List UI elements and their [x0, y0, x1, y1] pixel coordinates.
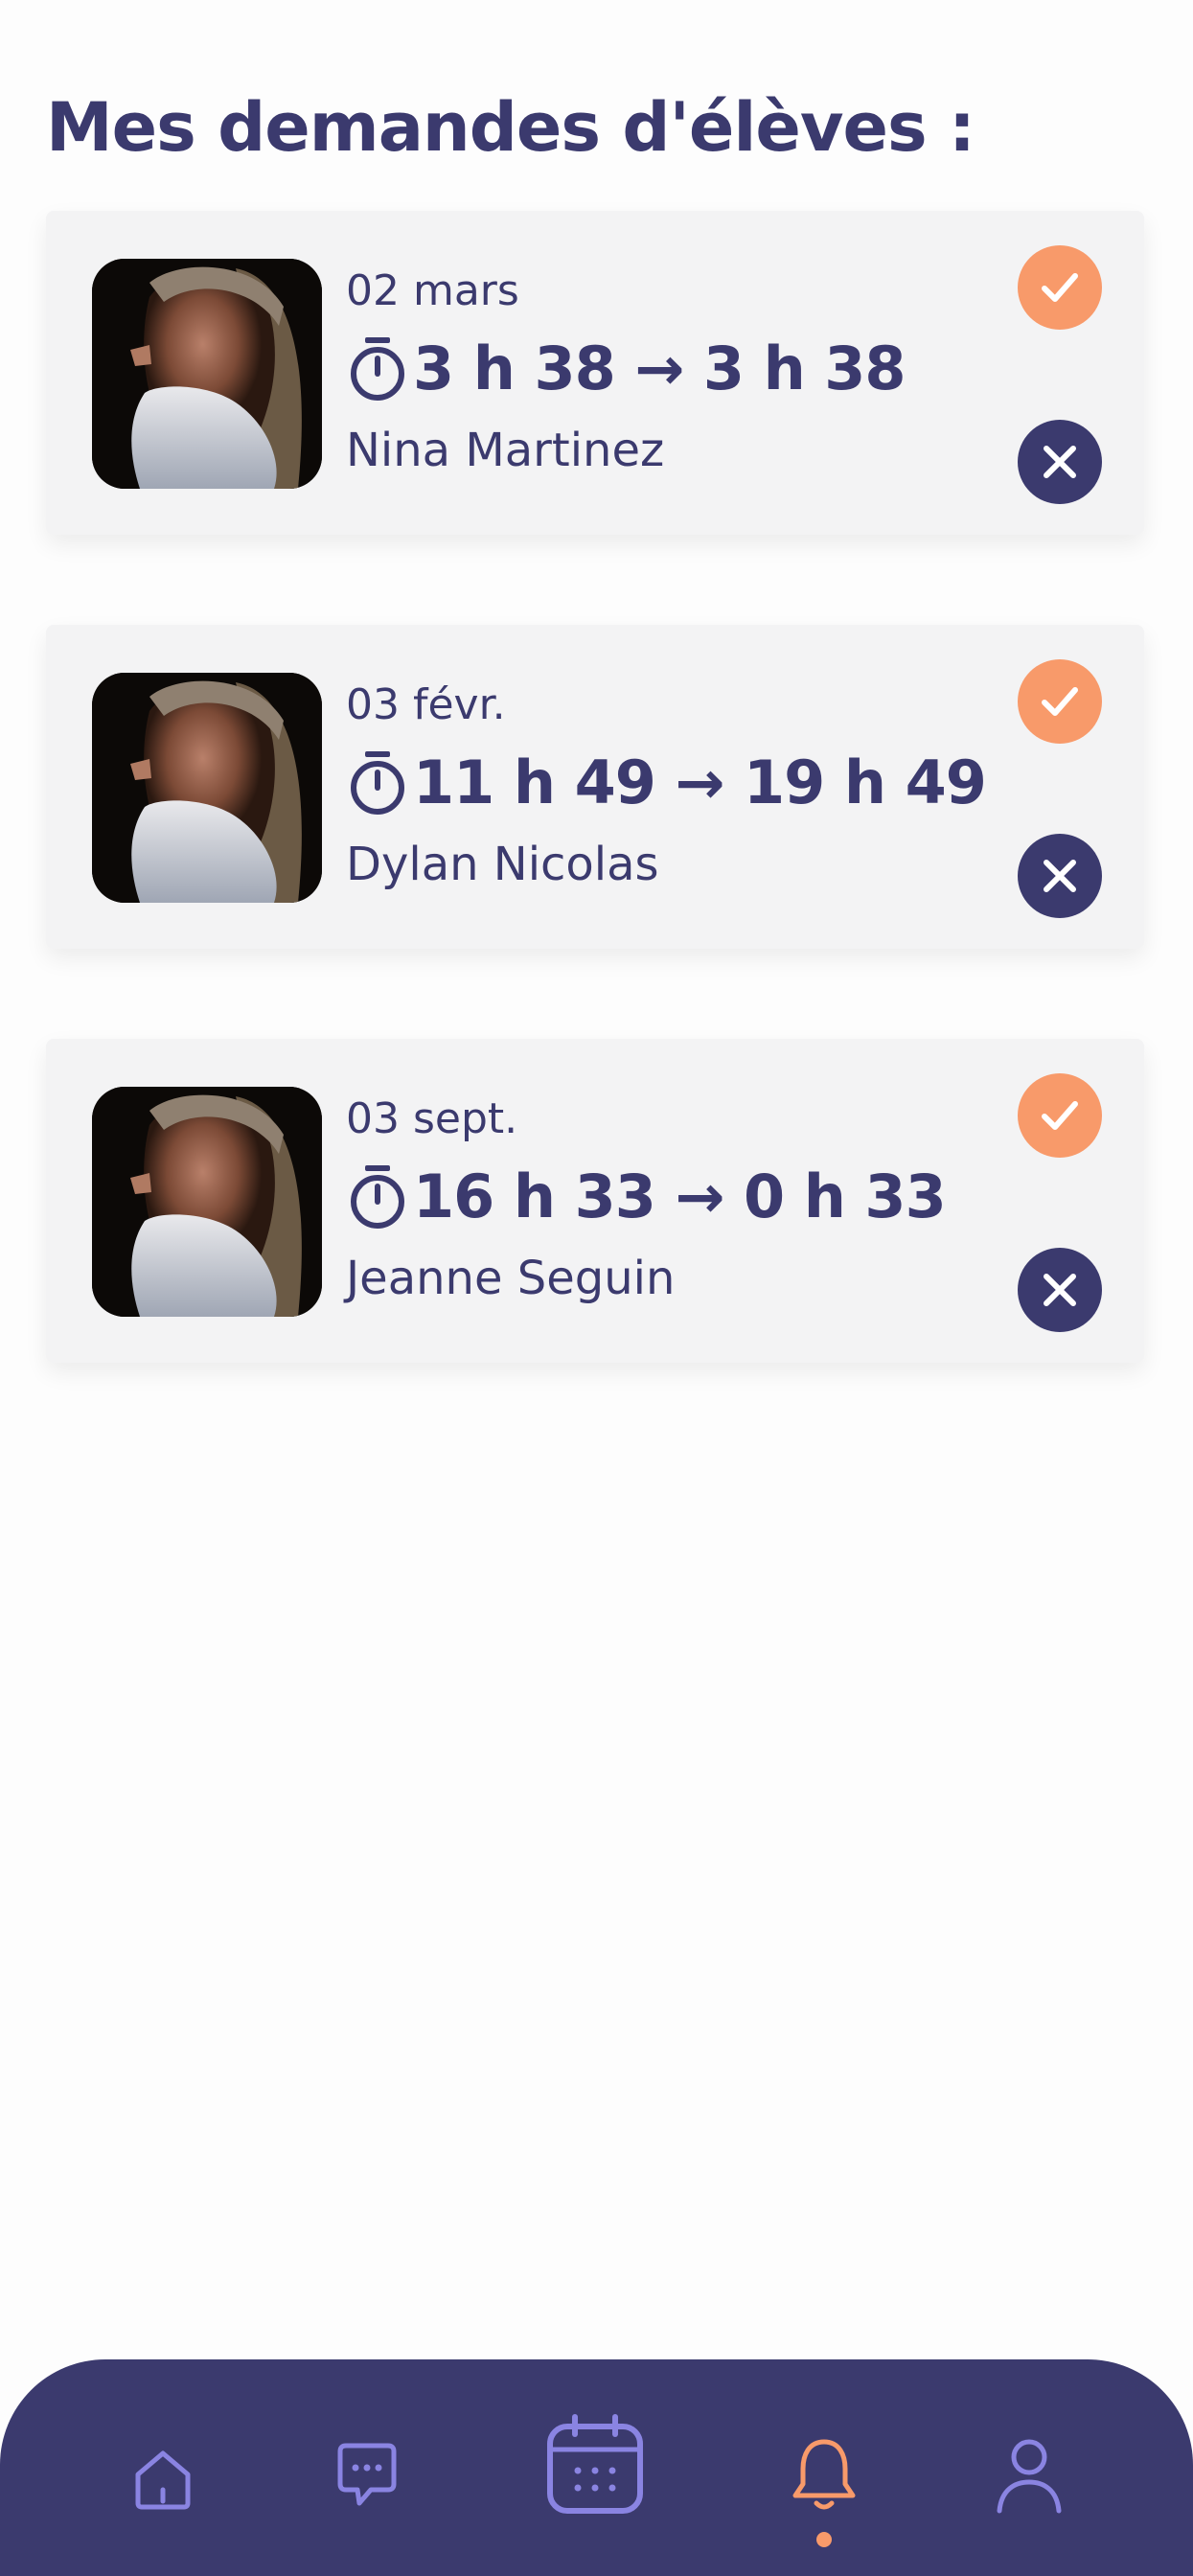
- avatar-portrait-image: [92, 673, 322, 903]
- check-icon: [1042, 273, 1078, 302]
- request-time-row: 16 h 33 → 0 h 33: [346, 1158, 947, 1234]
- decline-button[interactable]: [1018, 1248, 1102, 1332]
- active-indicator-dot: [816, 2532, 832, 2547]
- check-icon: [1042, 687, 1078, 716]
- request-time-range: 3 h 38 → 3 h 38: [413, 333, 906, 403]
- student-name: Dylan Nicolas: [346, 838, 659, 891]
- request-card: 03 févr. 11 h 49 → 19 h 49 Dylan Nicolas: [46, 625, 1144, 949]
- timer-icon: [351, 1165, 404, 1229]
- avatar-portrait-image: [92, 259, 322, 489]
- nav-profile[interactable]: [990, 2434, 1068, 2517]
- avatar: [92, 1087, 322, 1317]
- request-time-range: 11 h 49 → 19 h 49: [413, 747, 987, 817]
- check-icon: [1042, 1101, 1078, 1130]
- nav-notifications[interactable]: [786, 2432, 862, 2518]
- close-icon: [1044, 446, 1076, 478]
- nav-messages[interactable]: [329, 2436, 405, 2513]
- accept-button[interactable]: [1018, 1073, 1102, 1158]
- avatar: [92, 259, 322, 489]
- accept-button[interactable]: [1018, 245, 1102, 330]
- decline-button[interactable]: [1018, 420, 1102, 504]
- close-icon: [1044, 860, 1076, 892]
- avatar: [92, 673, 322, 903]
- nav-calendar[interactable]: [544, 2411, 646, 2517]
- chat-icon: [337, 2443, 397, 2506]
- request-time-row: 11 h 49 → 19 h 49: [346, 744, 987, 820]
- timer-icon: [351, 337, 404, 401]
- request-card: 03 sept. 16 h 33 → 0 h 33 Jeanne Seguin: [46, 1039, 1144, 1363]
- page-title: Mes demandes d'élèves :: [46, 88, 975, 167]
- request-date: 03 sept.: [346, 1094, 518, 1143]
- bell-icon: [792, 2439, 856, 2510]
- accept-button[interactable]: [1018, 659, 1102, 744]
- avatar-portrait-image: [92, 1087, 322, 1317]
- request-card: 02 mars 3 h 38 → 3 h 38 Nina Martinez: [46, 211, 1144, 535]
- request-time-row: 3 h 38 → 3 h 38: [346, 330, 906, 406]
- calendar-icon: [547, 2414, 643, 2514]
- decline-button[interactable]: [1018, 834, 1102, 918]
- request-date: 02 mars: [346, 266, 519, 315]
- request-list: 02 mars 3 h 38 → 3 h 38 Nina Martinez 03…: [46, 211, 1144, 1453]
- close-icon: [1044, 1274, 1076, 1306]
- home-icon: [135, 2450, 191, 2510]
- page: Mes demandes d'élèves : 02 mars 3 h 38 →…: [0, 0, 1193, 2576]
- student-name: Nina Martinez: [346, 424, 665, 477]
- timer-icon: [351, 751, 404, 815]
- request-time-range: 16 h 33 → 0 h 33: [413, 1161, 947, 1231]
- bottom-nav: [0, 2359, 1193, 2576]
- nav-home[interactable]: [125, 2442, 201, 2518]
- profile-icon: [997, 2439, 1062, 2514]
- student-name: Jeanne Seguin: [346, 1252, 676, 1305]
- request-date: 03 févr.: [346, 680, 506, 729]
